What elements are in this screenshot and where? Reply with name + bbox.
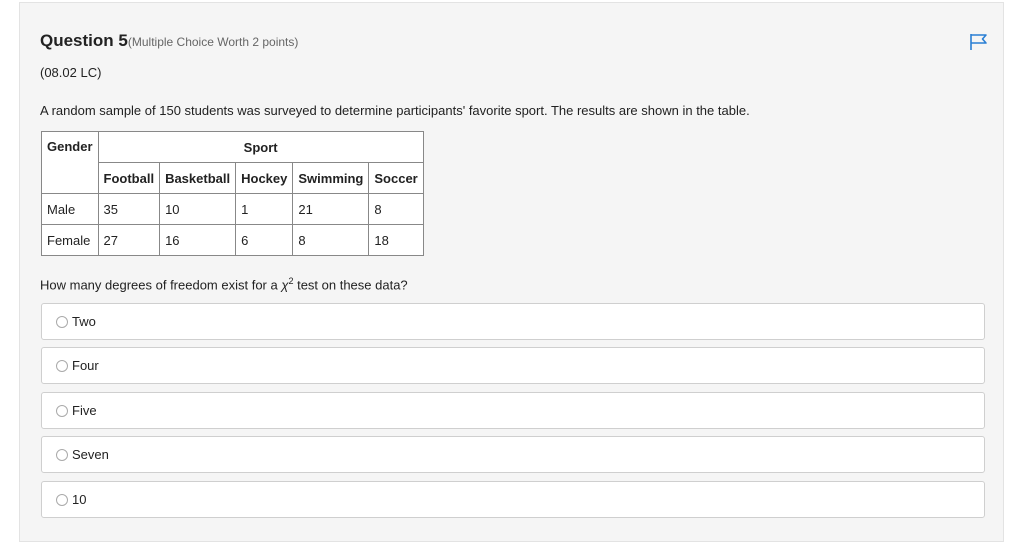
row-label: Female	[41, 224, 99, 256]
question-code: (08.02 LC)	[40, 65, 102, 80]
prompt-text: How many degrees of freedom exist for a	[40, 277, 282, 293]
table-cell: 16	[159, 224, 237, 256]
table-cell: 18	[368, 224, 424, 256]
question-stem: A random sample of 150 students was surv…	[40, 103, 750, 118]
table-cell: 8	[368, 193, 424, 225]
answer-option-two[interactable]: Two	[41, 303, 985, 340]
table-cell: 1	[235, 193, 294, 225]
question-header: Question 5(Multiple Choice Worth 2 point…	[40, 31, 298, 51]
prompt-text-end: test on these data?	[293, 277, 408, 293]
table-cell: 6	[235, 224, 294, 256]
column-header: Basketball	[159, 162, 237, 194]
question-prompt: How many degrees of freedom exist for a …	[40, 276, 408, 292]
table-cell: 27	[97, 224, 161, 256]
column-header: Football	[97, 162, 161, 194]
table-subheader-row: Football Basketball Hockey Swimming Socc…	[42, 162, 424, 194]
column-header: Soccer	[368, 162, 424, 194]
data-table: Gender Sport Football Basketball Hockey …	[41, 131, 424, 256]
answer-option-seven[interactable]: Seven	[41, 436, 985, 473]
answer-option-five[interactable]: Five	[41, 392, 985, 429]
table-cell: 21	[292, 193, 370, 225]
answer-option-ten[interactable]: 10	[41, 481, 985, 518]
option-label: 10	[72, 492, 87, 507]
table-header-row: Gender Sport	[41, 131, 424, 194]
radio-icon[interactable]	[56, 360, 68, 372]
radio-icon[interactable]	[56, 494, 68, 506]
table-row: Female 27 16 6 8 18	[41, 224, 424, 256]
table-cell: 10	[159, 193, 237, 225]
table-cell: 8	[292, 224, 370, 256]
gender-header: Gender	[41, 131, 99, 194]
option-label: Five	[72, 403, 97, 418]
radio-icon[interactable]	[56, 449, 68, 461]
question-panel: Question 5(Multiple Choice Worth 2 point…	[19, 2, 1004, 542]
sport-header: Sport	[97, 131, 424, 163]
radio-icon[interactable]	[56, 405, 68, 417]
question-worth: (Multiple Choice Worth 2 points)	[127, 35, 299, 49]
column-header: Swimming	[292, 162, 370, 194]
answer-option-four[interactable]: Four	[41, 347, 985, 384]
column-header: Hockey	[235, 162, 294, 194]
row-label: Male	[41, 193, 99, 225]
question-title: Question 5	[40, 31, 128, 50]
option-label: Two	[72, 314, 96, 329]
table-cell: 35	[97, 193, 161, 225]
flag-icon[interactable]	[969, 33, 989, 51]
option-label: Four	[72, 358, 99, 373]
option-label: Seven	[72, 447, 109, 462]
table-row: Male 35 10 1 21 8	[41, 193, 424, 225]
radio-icon[interactable]	[56, 316, 68, 328]
